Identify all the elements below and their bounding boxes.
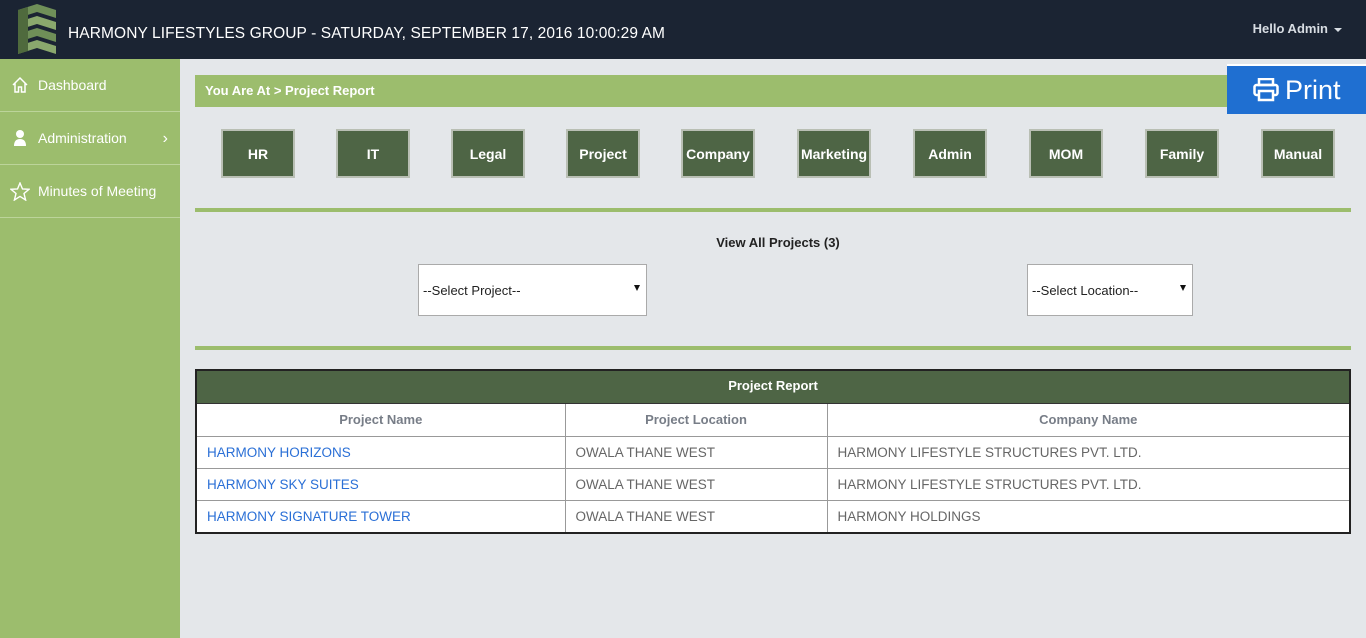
breadcrumb: You Are At > Project Report [195, 75, 1351, 107]
chevron-right-icon: › [162, 130, 168, 147]
location-select-value: --Select Location-- [1032, 282, 1139, 298]
user-menu[interactable]: Hello Admin [1253, 21, 1342, 36]
project-location-cell: OWALA THANE WEST [565, 500, 828, 532]
printer-icon [1253, 78, 1279, 102]
location-select[interactable]: --Select Location-- [1027, 264, 1193, 316]
caret-down-icon [1334, 27, 1342, 32]
app-title: HARMONY LIFESTYLES GROUP - SATURDAY, SEP… [68, 25, 666, 42]
project-location-cell: OWALA THANE WEST [565, 468, 828, 501]
section-divider [195, 208, 1351, 212]
column-header-project-name: Project Name [197, 404, 566, 437]
column-header-project-location: Project Location [565, 404, 828, 437]
category-button-manual[interactable]: Manual [1261, 129, 1335, 178]
company-name-cell: HARMONY LIFESTYLE STRUCTURES PVT. LTD. [827, 468, 1349, 501]
category-button-legal[interactable]: Legal [451, 129, 525, 178]
column-header-company-name: Company Name [827, 404, 1349, 437]
star-icon [10, 181, 30, 201]
category-button-hr[interactable]: HR [221, 129, 295, 178]
project-name-link[interactable]: HARMONY HORIZONS [197, 436, 566, 469]
project-name-link[interactable]: HARMONY SIGNATURE TOWER [197, 500, 566, 532]
report-title: Project Report [197, 371, 1349, 404]
print-button[interactable]: Print [1227, 64, 1366, 114]
category-button-family[interactable]: Family [1145, 129, 1219, 178]
section-divider [195, 346, 1351, 350]
table-row: HARMONY HORIZONS OWALA THANE WEST HARMON… [197, 436, 1349, 469]
sidebar-item-dashboard[interactable]: Dashboard [0, 59, 180, 112]
table-row: HARMONY SKY SUITES OWALA THANE WEST HARM… [197, 468, 1349, 501]
project-location-cell: OWALA THANE WEST [565, 436, 828, 469]
category-button-admin[interactable]: Admin [913, 129, 987, 178]
category-button-it[interactable]: IT [336, 129, 410, 178]
company-name-cell: HARMONY HOLDINGS [837, 508, 981, 524]
user-icon [10, 128, 30, 148]
top-bar: HARMONY LIFESTYLES GROUP - SATURDAY, SEP… [0, 0, 1366, 59]
dropdown-arrow-icon [634, 285, 640, 291]
view-all-projects-label: View All Projects (3) [716, 235, 840, 250]
sidebar-item-minutes-of-meeting[interactable]: Minutes of Meeting [0, 165, 180, 218]
sidebar-item-label: Administration [38, 130, 127, 146]
project-name-link[interactable]: HARMONY SKY SUITES [197, 468, 566, 501]
sidebar: Dashboard Administration › Minutes of Me… [0, 59, 180, 638]
table-row: HARMONY SIGNATURE TOWER OWALA THANE WEST… [197, 500, 1349, 532]
print-label: Print [1285, 74, 1341, 105]
user-greeting: Hello Admin [1252, 21, 1328, 36]
home-icon [10, 75, 30, 95]
sidebar-item-label: Dashboard [38, 77, 107, 93]
dropdown-arrow-icon [1180, 285, 1186, 291]
company-logo [18, 4, 56, 54]
project-select-value: --Select Project-- [423, 282, 521, 298]
project-report-table: Project Report Project Name Project Loca… [195, 369, 1351, 534]
category-button-mom[interactable]: MOM [1029, 129, 1103, 178]
sidebar-item-administration[interactable]: Administration › [0, 112, 180, 165]
category-button-company[interactable]: Company [681, 129, 755, 178]
table-header-row: Project Name Project Location Company Na… [197, 404, 1349, 437]
company-name-cell: HARMONY LIFESTYLE STRUCTURES PVT. LTD. [827, 436, 1349, 469]
category-button-project[interactable]: Project [566, 129, 640, 178]
project-select[interactable]: --Select Project-- [418, 264, 647, 316]
category-button-marketing[interactable]: Marketing [797, 129, 871, 178]
sidebar-item-label: Minutes of Meeting [38, 183, 157, 199]
